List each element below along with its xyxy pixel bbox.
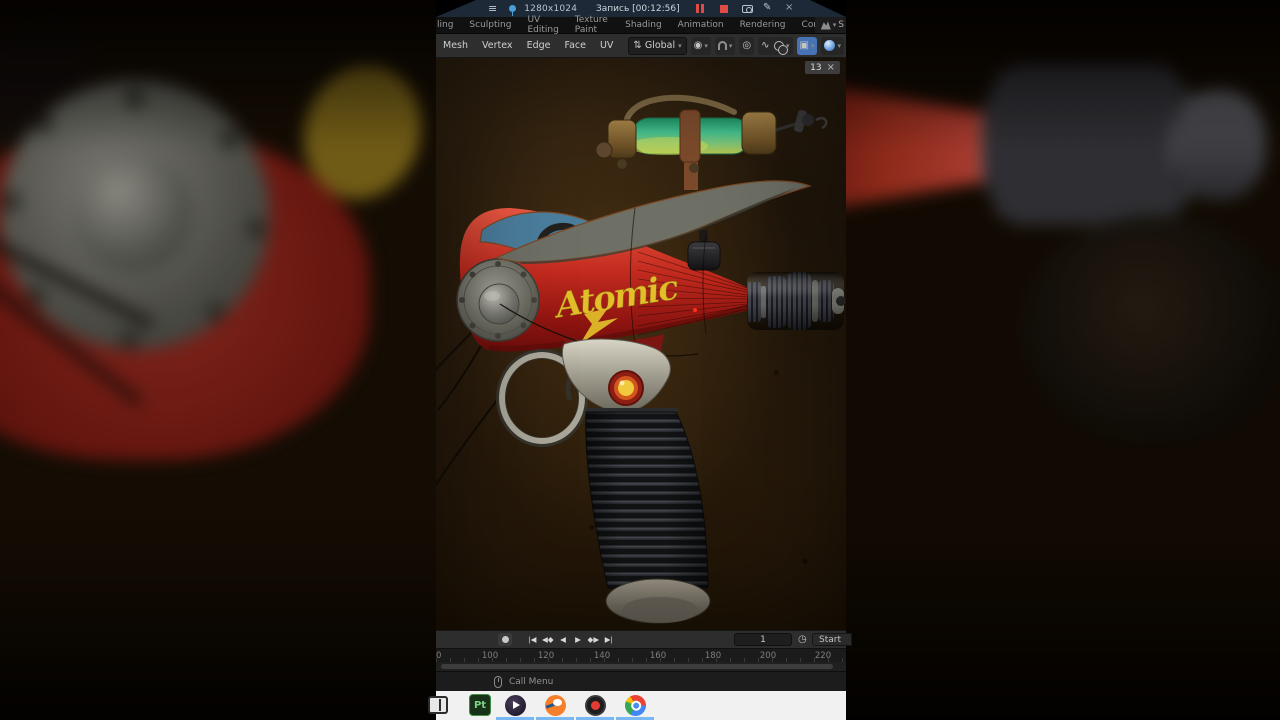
pencil-icon[interactable]: ✎: [763, 2, 771, 13]
close-icon[interactable]: ×: [785, 2, 793, 13]
menu-mesh[interactable]: Mesh: [436, 40, 475, 51]
recorder-toolbar: ≡ 1280x1024 Запись [00:12:56] ✎ ×: [436, 0, 846, 17]
tab-rendering[interactable]: Rendering: [732, 17, 794, 33]
tab-texture-paint[interactable]: Texture Paint: [567, 15, 617, 35]
chevron-down-icon: ▾: [810, 41, 815, 50]
menu-edge[interactable]: Edge: [520, 40, 558, 51]
blender-icon[interactable]: [544, 694, 566, 716]
workspace-tab-bar: ling Sculpting UV Editing Texture Paint …: [436, 15, 846, 35]
badge-count: 13: [810, 62, 822, 73]
menu-vertex[interactable]: Vertex: [475, 40, 520, 51]
proportional-editing-toggle[interactable]: ◎: [739, 36, 755, 55]
xray-toggle[interactable]: ▣ ▾: [796, 36, 818, 55]
orientation-icon: ⇅: [633, 39, 642, 51]
tab-animation[interactable]: Animation: [670, 17, 732, 33]
raygun-model: Atomic: [436, 94, 846, 624]
timeline-playback-bar: |◀ ◀◆ ◀ ▶ ◆▶ ▶| 1 ◷ Start: [436, 630, 852, 648]
stop-icon[interactable]: [720, 4, 728, 13]
play-triangle-icon: [512, 701, 520, 709]
recorded-app-column: ≡ 1280x1024 Запись [00:12:56] ✎ × ling S…: [428, 0, 852, 720]
camera-icon[interactable]: [742, 4, 753, 13]
recording-resolution: 1280x1024: [524, 3, 578, 14]
horizontal-scrollbar[interactable]: [441, 664, 833, 669]
pivot-icon: ◉: [693, 39, 703, 51]
magnet-icon: [717, 41, 727, 50]
pin-icon[interactable]: [509, 5, 517, 16]
scene-label-partial: S: [838, 20, 844, 30]
viewport-shading-dropdown[interactable]: ▾: [821, 36, 844, 55]
chevron-down-icon: ▾: [837, 41, 841, 50]
menu-face[interactable]: Face: [557, 40, 592, 51]
corner-cut-left: [436, 0, 476, 17]
shading-cluster: ▾ ▣ ▾ ▾: [767, 36, 844, 55]
auto-keying-button[interactable]: [498, 633, 512, 646]
jump-to-start-button[interactable]: |◀: [526, 633, 539, 646]
dim-overlay: [0, 0, 436, 720]
blurred-backdrop-right: [846, 0, 1280, 720]
3d-viewport[interactable]: 13 × Atomic: [436, 58, 846, 630]
status-hint: Call Menu: [509, 676, 554, 687]
jump-to-end-button[interactable]: ▶|: [602, 633, 615, 646]
chrome-logo: [620, 690, 650, 720]
chevron-down-icon: ▾: [678, 41, 682, 50]
close-icon[interactable]: ×: [827, 62, 835, 73]
nozzle: [747, 272, 846, 330]
stopwatch-icon: ◷: [798, 634, 807, 645]
screen-recorder-icon[interactable]: [584, 694, 606, 716]
transform-orientation-dropdown[interactable]: ⇅ Global ▾: [628, 36, 687, 55]
orientation-label: Global: [644, 40, 676, 51]
play-reverse-button[interactable]: ◀: [557, 633, 570, 646]
substance-painter-icon[interactable]: Pt: [469, 694, 491, 716]
status-bar: Call Menu: [436, 671, 846, 691]
timeline-ruler[interactable]: 0 100 120 140 160 180 200 220: [436, 648, 846, 662]
blurred-backdrop-left: [0, 0, 436, 720]
dim-overlay: [846, 0, 1280, 720]
tab-shading[interactable]: Shading: [617, 17, 670, 33]
chrome-icon[interactable]: [620, 690, 650, 720]
taskbar: Pt: [428, 690, 846, 720]
recorder-circle: [584, 694, 606, 716]
overlays-icon: [774, 40, 788, 55]
blender-logo: [544, 694, 566, 716]
player-circle: [504, 694, 526, 716]
taskbar-partial-icon[interactable]: [428, 696, 448, 714]
menu-uv[interactable]: UV: [593, 40, 620, 51]
chevron-down-icon: ▾: [832, 21, 837, 29]
corner-cut-right: [810, 0, 846, 17]
viewport-header: Mesh Vertex Edge Face UV ⇅ Global ▾ ◉ ▾ …: [436, 34, 846, 58]
prev-keyframe-button[interactable]: ◀◆: [541, 633, 555, 646]
menu-icon[interactable]: ≡: [488, 2, 497, 15]
viewport-badge[interactable]: 13 ×: [805, 61, 840, 74]
tab-uv-editing[interactable]: UV Editing: [519, 15, 566, 35]
tab-sculpting[interactable]: Sculpting: [461, 17, 519, 33]
scene-selector[interactable]: ▾ S: [814, 17, 846, 33]
material-preview-sphere-icon: [824, 40, 836, 51]
playback-controls: |◀ ◀◆ ◀ ▶ ◆▶ ▶|: [526, 633, 615, 646]
play-button[interactable]: ▶: [572, 633, 585, 646]
tab-modeling-partial[interactable]: ling: [436, 17, 461, 33]
proportional-icon: ◎: [742, 39, 752, 51]
scene-icon: [820, 21, 831, 30]
record-dot-icon: [590, 700, 600, 710]
pause-icon[interactable]: [696, 4, 704, 13]
chevron-down-icon: ▾: [728, 41, 733, 50]
xray-icon: ▣: [799, 39, 809, 51]
timeline-scroll-track: [436, 662, 846, 671]
mouse-icon: [494, 675, 502, 688]
screen: ≡ 1280x1024 Запись [00:12:56] ✎ × ling S…: [0, 0, 1280, 720]
recording-status: Запись [00:12:56]: [596, 3, 680, 14]
pivot-point-dropdown[interactable]: ◉ ▾: [690, 36, 711, 55]
show-overlays-toggle[interactable]: ▾: [771, 36, 793, 55]
media-player-icon[interactable]: [504, 694, 526, 716]
snap-toggle[interactable]: ▾: [714, 36, 736, 55]
next-keyframe-button[interactable]: ◆▶: [587, 633, 601, 646]
frame-start-field[interactable]: Start: [812, 633, 852, 646]
current-frame-field[interactable]: 1: [734, 633, 792, 646]
chevron-down-icon: ▾: [704, 41, 708, 50]
